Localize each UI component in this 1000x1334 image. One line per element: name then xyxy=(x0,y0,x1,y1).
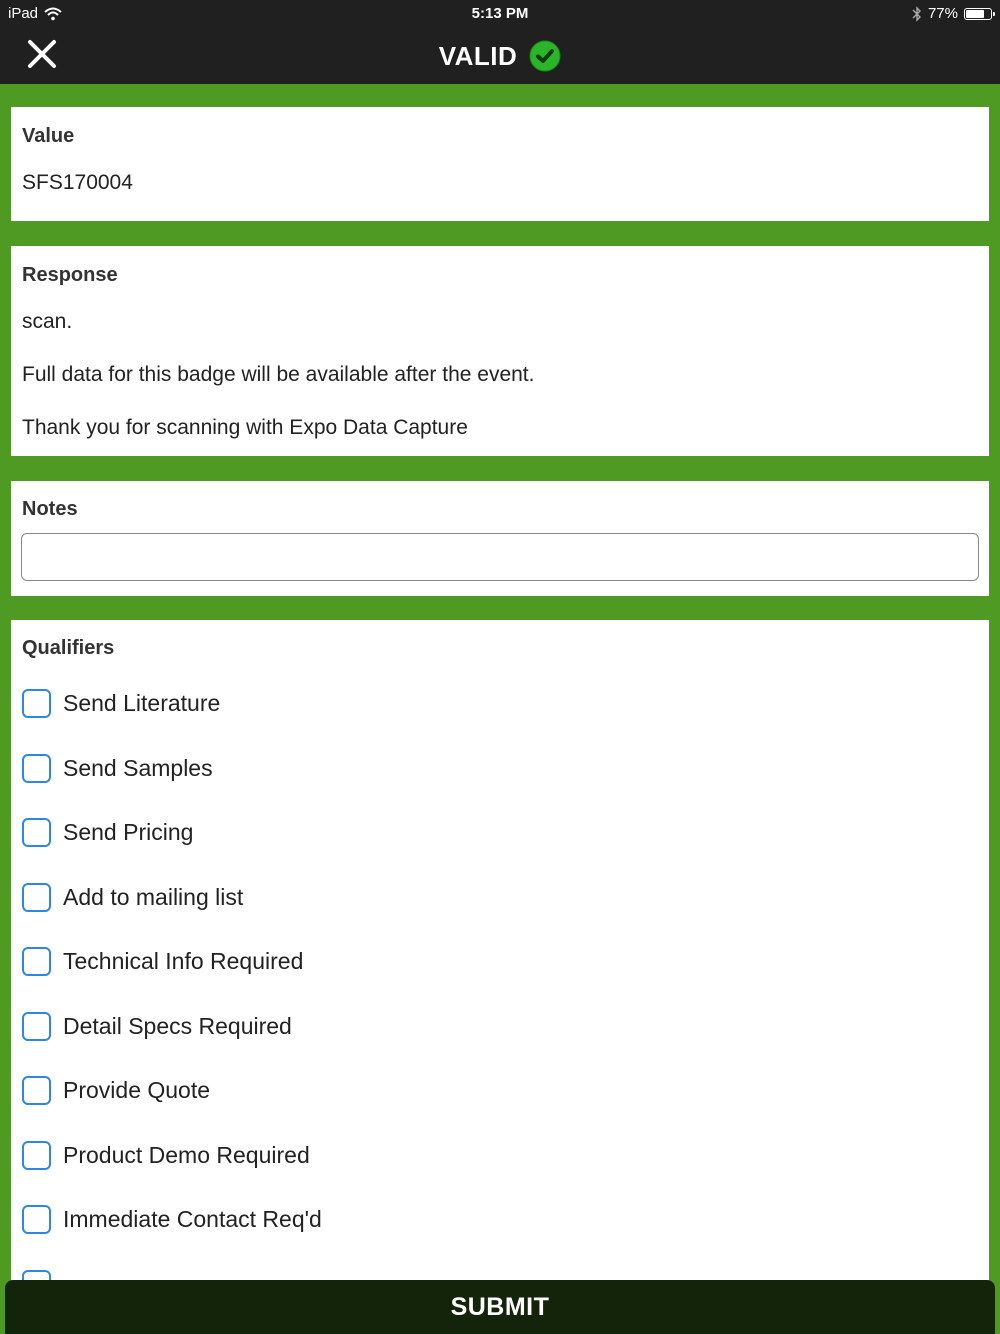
notes-label: Notes xyxy=(22,498,78,520)
checkbox[interactable] xyxy=(22,817,51,847)
qualifier-technical-info[interactable]: Technical Info Required xyxy=(22,945,303,977)
qualifier-label: Add to mailing list xyxy=(63,883,244,910)
checkbox[interactable] xyxy=(22,1011,51,1041)
bluetooth-icon xyxy=(912,5,921,22)
nav-bar: VALID xyxy=(0,28,1000,84)
status-bar: iPad 5:13 PM 77% xyxy=(0,0,1000,28)
qualifier-send-samples[interactable]: Send Samples xyxy=(22,752,213,784)
response-line: Full data for this badge will be availab… xyxy=(22,363,535,386)
response-card: Response scan. Full data for this badge … xyxy=(11,246,989,456)
battery-percent: 77% xyxy=(927,5,958,22)
checkbox[interactable] xyxy=(22,882,51,912)
status-time: 5:13 PM xyxy=(471,5,529,22)
value-label: Value xyxy=(22,125,75,147)
checkbox[interactable] xyxy=(22,1204,51,1234)
submit-button[interactable]: SUBMIT xyxy=(5,1280,995,1334)
checkbox[interactable] xyxy=(22,1075,51,1105)
qualifier-label: Detail Specs Required xyxy=(63,1012,292,1039)
qualifier-immediate-contact[interactable]: Immediate Contact Req'd xyxy=(22,1203,322,1235)
response-line: scan. xyxy=(22,310,73,333)
qualifier-label: Send Pricing xyxy=(63,818,194,845)
qualifier-label: Send Samples xyxy=(63,754,213,781)
qualifiers-label: Qualifiers xyxy=(22,637,115,659)
qualifier-add-to-mailing-list[interactable]: Add to mailing list xyxy=(22,881,243,913)
response-line: Thank you for scanning with Expo Data Ca… xyxy=(22,416,468,439)
submit-label: SUBMIT xyxy=(450,1292,550,1321)
page-title: VALID xyxy=(438,40,518,71)
check-circle-icon xyxy=(529,40,561,72)
qualifier-label: Technical Info Required xyxy=(63,947,304,974)
qualifier-label: Immediate Contact Req'd xyxy=(63,1205,322,1232)
value-text: SFS170004 xyxy=(22,171,133,194)
qualifier-provide-quote[interactable]: Provide Quote xyxy=(22,1074,210,1106)
qualifier-label: Send Literature xyxy=(63,689,221,716)
value-card: Value SFS170004 xyxy=(11,107,989,221)
qualifier-detail-specs[interactable]: Detail Specs Required xyxy=(22,1010,292,1042)
battery-icon xyxy=(964,7,995,20)
notes-input[interactable] xyxy=(21,533,979,581)
qualifier-send-pricing[interactable]: Send Pricing xyxy=(22,816,193,848)
qualifier-send-literature[interactable]: Send Literature xyxy=(22,687,220,719)
qualifier-product-demo[interactable]: Product Demo Required xyxy=(22,1139,310,1171)
qualifiers-card: Qualifiers Send Literature Send Samples … xyxy=(11,620,989,1334)
checkbox[interactable] xyxy=(22,688,51,718)
notes-card: Notes xyxy=(11,481,989,596)
checkbox[interactable] xyxy=(22,753,51,783)
checkbox[interactable] xyxy=(22,946,51,976)
qualifier-label: Provide Quote xyxy=(63,1076,211,1103)
qualifier-label: Product Demo Required xyxy=(63,1141,310,1168)
response-label: Response xyxy=(22,264,118,286)
nav-title-group: VALID xyxy=(0,40,1000,72)
checkbox[interactable] xyxy=(22,1140,51,1170)
